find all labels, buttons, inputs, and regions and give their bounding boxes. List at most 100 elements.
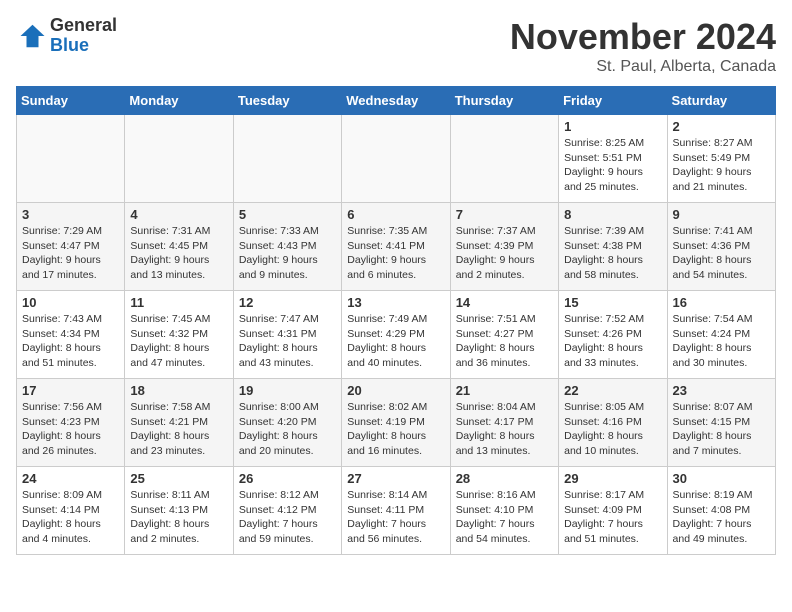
day-info: Sunrise: 7:35 AM Sunset: 4:41 PM Dayligh… bbox=[347, 224, 444, 283]
day-info: Sunrise: 8:07 AM Sunset: 4:15 PM Dayligh… bbox=[673, 400, 770, 459]
day-number: 17 bbox=[22, 383, 119, 398]
day-number: 28 bbox=[456, 471, 553, 486]
day-number: 6 bbox=[347, 207, 444, 222]
logo-blue: Blue bbox=[50, 36, 117, 56]
week-row-2: 3 Sunrise: 7:29 AM Sunset: 4:47 PM Daylig… bbox=[17, 203, 776, 291]
day-info: Sunrise: 8:11 AM Sunset: 4:13 PM Dayligh… bbox=[130, 488, 227, 547]
day-number: 25 bbox=[130, 471, 227, 486]
day-number: 27 bbox=[347, 471, 444, 486]
header-day-friday: Friday bbox=[559, 87, 667, 115]
day-number: 3 bbox=[22, 207, 119, 222]
day-info: Sunrise: 7:29 AM Sunset: 4:47 PM Dayligh… bbox=[22, 224, 119, 283]
day-info: Sunrise: 8:25 AM Sunset: 5:51 PM Dayligh… bbox=[564, 136, 661, 195]
calendar-cell: 15Sunrise: 7:52 AM Sunset: 4:26 PM Dayli… bbox=[559, 291, 667, 379]
day-info: Sunrise: 7:54 AM Sunset: 4:24 PM Dayligh… bbox=[673, 312, 770, 371]
day-number: 2 bbox=[673, 119, 770, 134]
day-info: Sunrise: 7:31 AM Sunset: 4:45 PM Dayligh… bbox=[130, 224, 227, 283]
calendar-cell: 3 Sunrise: 7:29 AM Sunset: 4:47 PM Daylig… bbox=[17, 203, 125, 291]
day-info: Sunrise: 7:43 AM Sunset: 4:34 PM Dayligh… bbox=[22, 312, 119, 371]
calendar-cell: 28 Sunrise: 8:16 AM Sunset: 4:10 PM Dayli… bbox=[450, 467, 558, 555]
day-info: Sunrise: 7:52 AM Sunset: 4:26 PM Dayligh… bbox=[564, 312, 661, 371]
day-number: 1 bbox=[564, 119, 661, 134]
calendar-cell bbox=[450, 115, 558, 203]
calendar-cell: 16 Sunrise: 7:54 AM Sunset: 4:24 PM Dayli… bbox=[667, 291, 775, 379]
day-info: Sunrise: 7:33 AM Sunset: 4:43 PM Dayligh… bbox=[239, 224, 336, 283]
day-info: Sunrise: 7:47 AM Sunset: 4:31 PM Dayligh… bbox=[239, 312, 336, 371]
calendar-cell bbox=[342, 115, 450, 203]
week-row-3: 10Sunrise: 7:43 AM Sunset: 4:34 PM Dayli… bbox=[17, 291, 776, 379]
day-info: Sunrise: 8:09 AM Sunset: 4:14 PM Dayligh… bbox=[22, 488, 119, 547]
header-day-sunday: Sunday bbox=[17, 87, 125, 115]
day-info: Sunrise: 7:49 AM Sunset: 4:29 PM Dayligh… bbox=[347, 312, 444, 371]
day-info: Sunrise: 7:51 AM Sunset: 4:27 PM Dayligh… bbox=[456, 312, 553, 371]
day-number: 13 bbox=[347, 295, 444, 310]
calendar-cell: 8 Sunrise: 7:39 AM Sunset: 4:38 PM Daylig… bbox=[559, 203, 667, 291]
day-info: Sunrise: 8:27 AM Sunset: 5:49 PM Dayligh… bbox=[673, 136, 770, 195]
week-row-4: 17 Sunrise: 7:56 AM Sunset: 4:23 PM Dayli… bbox=[17, 379, 776, 467]
day-info: Sunrise: 8:04 AM Sunset: 4:17 PM Dayligh… bbox=[456, 400, 553, 459]
calendar-cell: 4 Sunrise: 7:31 AM Sunset: 4:45 PM Daylig… bbox=[125, 203, 233, 291]
day-number: 29 bbox=[564, 471, 661, 486]
day-info: Sunrise: 8:16 AM Sunset: 4:10 PM Dayligh… bbox=[456, 488, 553, 547]
calendar-cell: 25 Sunrise: 8:11 AM Sunset: 4:13 PM Dayli… bbox=[125, 467, 233, 555]
day-number: 14 bbox=[456, 295, 553, 310]
calendar-cell: 23 Sunrise: 8:07 AM Sunset: 4:15 PM Dayli… bbox=[667, 379, 775, 467]
day-number: 18 bbox=[130, 383, 227, 398]
header-day-wednesday: Wednesday bbox=[342, 87, 450, 115]
calendar-cell: 13 Sunrise: 7:49 AM Sunset: 4:29 PM Dayli… bbox=[342, 291, 450, 379]
calendar-cell: 11 Sunrise: 7:45 AM Sunset: 4:32 PM Dayli… bbox=[125, 291, 233, 379]
calendar-body: 1 Sunrise: 8:25 AM Sunset: 5:51 PM Daylig… bbox=[17, 115, 776, 555]
calendar-cell: 9 Sunrise: 7:41 AM Sunset: 4:36 PM Daylig… bbox=[667, 203, 775, 291]
calendar-cell bbox=[17, 115, 125, 203]
calendar-cell: 6 Sunrise: 7:35 AM Sunset: 4:41 PM Daylig… bbox=[342, 203, 450, 291]
day-number: 9 bbox=[673, 207, 770, 222]
calendar-cell bbox=[233, 115, 341, 203]
day-number: 30 bbox=[673, 471, 770, 486]
title-block: November 2024 St. Paul, Alberta, Canada bbox=[510, 16, 776, 76]
day-info: Sunrise: 8:12 AM Sunset: 4:12 PM Dayligh… bbox=[239, 488, 336, 547]
day-info: Sunrise: 8:02 AM Sunset: 4:19 PM Dayligh… bbox=[347, 400, 444, 459]
day-info: Sunrise: 8:19 AM Sunset: 4:08 PM Dayligh… bbox=[673, 488, 770, 547]
calendar-cell: 12 Sunrise: 7:47 AM Sunset: 4:31 PM Dayli… bbox=[233, 291, 341, 379]
day-number: 12 bbox=[239, 295, 336, 310]
month-title: November 2024 bbox=[510, 16, 776, 58]
calendar-cell: 7Sunrise: 7:37 AM Sunset: 4:39 PM Daylig… bbox=[450, 203, 558, 291]
day-number: 19 bbox=[239, 383, 336, 398]
header-day-monday: Monday bbox=[125, 87, 233, 115]
calendar-cell: 20Sunrise: 8:02 AM Sunset: 4:19 PM Dayli… bbox=[342, 379, 450, 467]
day-number: 8 bbox=[564, 207, 661, 222]
calendar-cell: 1 Sunrise: 8:25 AM Sunset: 5:51 PM Daylig… bbox=[559, 115, 667, 203]
day-info: Sunrise: 8:00 AM Sunset: 4:20 PM Dayligh… bbox=[239, 400, 336, 459]
day-number: 5 bbox=[239, 207, 336, 222]
week-row-5: 24 Sunrise: 8:09 AM Sunset: 4:14 PM Dayli… bbox=[17, 467, 776, 555]
calendar-cell: 14 Sunrise: 7:51 AM Sunset: 4:27 PM Dayli… bbox=[450, 291, 558, 379]
day-number: 22 bbox=[564, 383, 661, 398]
calendar-cell: 27Sunrise: 8:14 AM Sunset: 4:11 PM Dayli… bbox=[342, 467, 450, 555]
week-row-1: 1 Sunrise: 8:25 AM Sunset: 5:51 PM Daylig… bbox=[17, 115, 776, 203]
calendar-cell: 10Sunrise: 7:43 AM Sunset: 4:34 PM Dayli… bbox=[17, 291, 125, 379]
day-number: 11 bbox=[130, 295, 227, 310]
calendar-cell: 26Sunrise: 8:12 AM Sunset: 4:12 PM Dayli… bbox=[233, 467, 341, 555]
day-info: Sunrise: 7:45 AM Sunset: 4:32 PM Dayligh… bbox=[130, 312, 227, 371]
header-row: SundayMondayTuesdayWednesdayThursdayFrid… bbox=[17, 87, 776, 115]
day-number: 16 bbox=[673, 295, 770, 310]
calendar-cell: 24 Sunrise: 8:09 AM Sunset: 4:14 PM Dayli… bbox=[17, 467, 125, 555]
day-number: 23 bbox=[673, 383, 770, 398]
day-info: Sunrise: 8:05 AM Sunset: 4:16 PM Dayligh… bbox=[564, 400, 661, 459]
calendar-cell: 21Sunrise: 8:04 AM Sunset: 4:17 PM Dayli… bbox=[450, 379, 558, 467]
calendar-cell: 19 Sunrise: 8:00 AM Sunset: 4:20 PM Dayli… bbox=[233, 379, 341, 467]
day-info: Sunrise: 7:39 AM Sunset: 4:38 PM Dayligh… bbox=[564, 224, 661, 283]
day-info: Sunrise: 7:41 AM Sunset: 4:36 PM Dayligh… bbox=[673, 224, 770, 283]
day-info: Sunrise: 7:56 AM Sunset: 4:23 PM Dayligh… bbox=[22, 400, 119, 459]
day-number: 4 bbox=[130, 207, 227, 222]
day-info: Sunrise: 7:37 AM Sunset: 4:39 PM Dayligh… bbox=[456, 224, 553, 283]
day-number: 24 bbox=[22, 471, 119, 486]
calendar-cell: 22 Sunrise: 8:05 AM Sunset: 4:16 PM Dayli… bbox=[559, 379, 667, 467]
calendar-cell: 30 Sunrise: 8:19 AM Sunset: 4:08 PM Dayli… bbox=[667, 467, 775, 555]
header-day-saturday: Saturday bbox=[667, 87, 775, 115]
location: St. Paul, Alberta, Canada bbox=[510, 58, 776, 76]
day-info: Sunrise: 7:58 AM Sunset: 4:21 PM Dayligh… bbox=[130, 400, 227, 459]
logo-icon bbox=[16, 21, 46, 51]
calendar-cell: 17 Sunrise: 7:56 AM Sunset: 4:23 PM Dayli… bbox=[17, 379, 125, 467]
header-day-thursday: Thursday bbox=[450, 87, 558, 115]
